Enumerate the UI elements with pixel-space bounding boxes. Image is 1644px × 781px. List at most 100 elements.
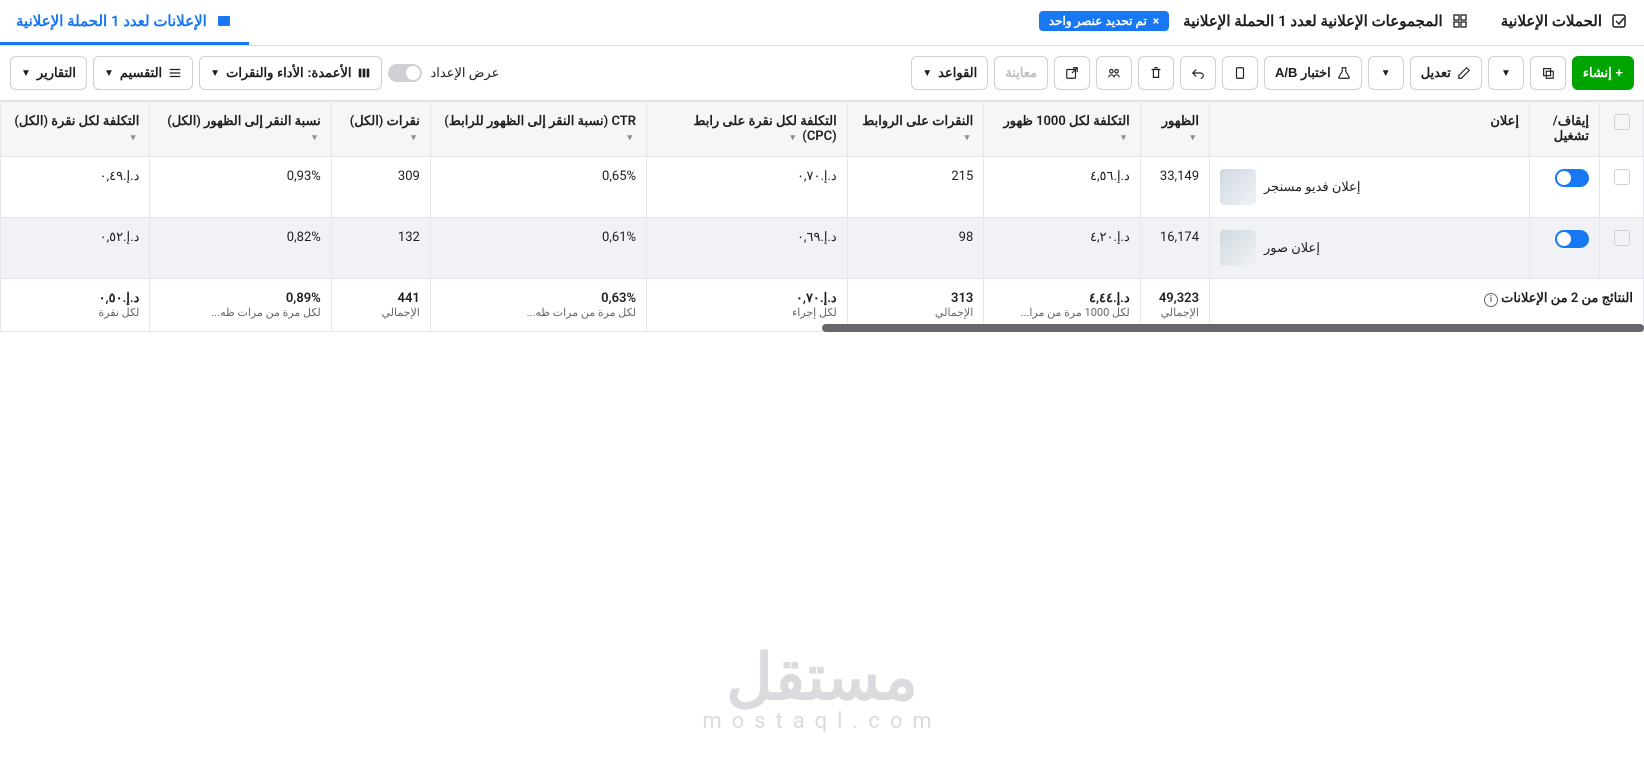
tab-campaigns-label: الحملات الإعلانية	[1501, 12, 1602, 30]
info-icon[interactable]: i	[1484, 293, 1498, 307]
row-cpc-link: د.إ.٠,٦٩	[647, 218, 848, 279]
pencil-icon	[1457, 66, 1471, 80]
summary-cpc-all: د.إ.٠,٥٠لكل نقرة	[1, 279, 150, 332]
columns-label: الأعمدة: الأداء والنقرات	[226, 65, 351, 81]
chevron-down-icon: ▼	[1381, 68, 1391, 79]
reports-button[interactable]: التقارير ▼	[10, 56, 87, 90]
row-link-clicks: 98	[847, 218, 984, 279]
row-checkbox[interactable]	[1600, 218, 1644, 279]
toolbar-actions: + إنشاء ▼ تعديل ▼ اختبار A/B معاينة	[911, 56, 1634, 90]
flask-icon	[1337, 66, 1351, 80]
header-impressions[interactable]: الظهور ▾	[1140, 102, 1209, 157]
summary-ctr-all: 0,89%لكل مرة من مرات ظه...	[150, 279, 331, 332]
horizontal-scrollbar[interactable]	[822, 324, 1644, 332]
sort-icon: ▾	[411, 133, 416, 143]
row-impressions: 16,174	[1140, 218, 1209, 279]
row-link-clicks: 215	[847, 157, 984, 218]
table-row[interactable]: إعلان صور 16,174 د.إ.٤,٢٠ 98 د.إ.٠,٦٩ 0,…	[1, 218, 1644, 279]
columns-icon	[357, 66, 371, 80]
chevron-down-icon: ▼	[21, 68, 31, 79]
tab-campaigns[interactable]: الحملات الإعلانية	[1485, 0, 1644, 45]
view-setup-toggle[interactable]	[388, 64, 422, 82]
watermark-ar: مستقل	[702, 640, 941, 715]
chevron-down-icon: ▼	[922, 68, 932, 79]
row-cpm: د.إ.٤,٢٠	[984, 218, 1140, 279]
header-ctr-link[interactable]: CTR (نسبة النقر إلى الظهور للرابط) ▾	[430, 102, 646, 157]
edit-dropdown[interactable]: ▼	[1368, 56, 1404, 90]
header-link-clicks[interactable]: النقرات على الروابط ▾	[847, 102, 984, 157]
chevron-down-icon: ▼	[210, 68, 220, 79]
columns-button[interactable]: الأعمدة: الأداء والنقرات ▼	[199, 56, 382, 90]
table-header-row: إيقاف/ تشغيل إعلان الظهور ▾ التكلفة لكل …	[1, 102, 1644, 157]
tab-adsets[interactable]: المجموعات الإعلانية لعدد 1 الحملة الإعلا…	[249, 0, 1485, 45]
duplicate-button[interactable]	[1530, 56, 1566, 90]
row-checkbox[interactable]	[1600, 157, 1644, 218]
adsets-icon	[1451, 12, 1469, 30]
people-icon	[1107, 66, 1121, 80]
duplicate-dropdown[interactable]: ▼	[1488, 56, 1524, 90]
rules-button[interactable]: القواعد ▼	[911, 56, 988, 90]
delete-button[interactable]	[1138, 56, 1174, 90]
sort-icon: ▾	[131, 133, 136, 143]
selection-chip[interactable]: × تم تحديد عنصر واحد	[1039, 11, 1169, 31]
tab-ads-label: الإعلانات لعدد 1 الحملة الإعلانية	[16, 12, 207, 30]
data-table-wrap: إيقاف/ تشغيل إعلان الظهور ▾ التكلفة لكل …	[0, 101, 1644, 332]
level-tabs: الحملات الإعلانية المجموعات الإعلانية لع…	[0, 0, 1644, 46]
toolbar-view: عرض الإعداد الأعمدة: الأداء والنقرات ▼ ا…	[10, 56, 499, 90]
row-cpc-all: د.إ.٠,٥٢	[1, 218, 150, 279]
header-ctr-all[interactable]: نسبة النقر إلى الظهور (الكل) ▾	[150, 102, 331, 157]
revert-button[interactable]	[1180, 56, 1216, 90]
chip-label: تم تحديد عنصر واحد	[1049, 14, 1147, 28]
summary-ctr-link: 0,63%لكل مرة من مرات ظه...	[430, 279, 646, 332]
toolbar: + إنشاء ▼ تعديل ▼ اختبار A/B معاينة	[0, 46, 1644, 101]
row-cpc-all: د.إ.٠,٤٩	[1, 157, 150, 218]
ab-test-button[interactable]: اختبار A/B	[1264, 56, 1362, 90]
ad-thumbnail	[1220, 230, 1256, 266]
arrow-out-icon	[1065, 66, 1079, 80]
ad-thumbnail	[1220, 169, 1256, 205]
view-setup-label: عرض الإعداد	[430, 66, 499, 81]
chevron-down-icon: ▼	[1501, 68, 1511, 79]
header-cpc-link[interactable]: التكلفة لكل نقرة على رابط (CPC) ▾	[647, 102, 848, 157]
sort-icon: ▾	[628, 133, 633, 143]
discard-button[interactable]	[1222, 56, 1258, 90]
header-checkbox[interactable]	[1600, 102, 1644, 157]
create-button[interactable]: + إنشاء	[1572, 56, 1634, 90]
row-ad-name[interactable]: إعلان صور	[1210, 218, 1530, 279]
row-clicks-all: 132	[331, 218, 430, 279]
reports-label: التقارير	[37, 65, 76, 81]
trash-icon	[1149, 66, 1163, 80]
sort-icon: ▾	[1190, 133, 1195, 143]
header-clicks-all[interactable]: نقرات (الكل) ▾	[331, 102, 430, 157]
edit-button[interactable]: تعديل	[1410, 56, 1482, 90]
breakdown-button[interactable]: التقسيم ▼	[93, 56, 193, 90]
sort-icon: ▾	[965, 133, 970, 143]
duplicate-icon	[1541, 66, 1555, 80]
header-cpc-all[interactable]: التكلفة لكل نقرة (الكل) ▾	[1, 102, 150, 157]
row-toggle[interactable]	[1530, 218, 1600, 279]
table-row[interactable]: إعلان فديو مسنجر 33,149 د.إ.٤,٥٦ 215 د.إ…	[1, 157, 1644, 218]
clipboard-icon	[1233, 66, 1247, 80]
watermark-en: mostaql.com	[702, 709, 941, 734]
ads-table: إيقاف/ تشغيل إعلان الظهور ▾ التكلفة لكل …	[0, 101, 1644, 332]
row-ad-name[interactable]: إعلان فديو مسنجر	[1210, 157, 1530, 218]
tab-ads[interactable]: الإعلانات لعدد 1 الحملة الإعلانية	[0, 0, 249, 45]
row-cpm: د.إ.٤,٥٦	[984, 157, 1140, 218]
rules-label: القواعد	[938, 65, 977, 81]
breakdown-icon	[168, 66, 182, 80]
edit-label: تعديل	[1421, 65, 1451, 81]
export-button[interactable]	[1096, 56, 1132, 90]
header-cpm[interactable]: التكلفة لكل 1000 ظهور ▾	[984, 102, 1140, 157]
ab-test-label: اختبار A/B	[1275, 65, 1331, 81]
header-toggle[interactable]: إيقاف/ تشغيل	[1530, 102, 1600, 157]
sort-icon: ▾	[1121, 133, 1126, 143]
ads-icon	[215, 12, 233, 30]
row-ctr-link: 0,61%	[430, 218, 646, 279]
row-ctr-all: 0,82%	[150, 218, 331, 279]
row-toggle[interactable]	[1530, 157, 1600, 218]
header-ad[interactable]: إعلان	[1210, 102, 1530, 157]
row-clicks-all: 309	[331, 157, 430, 218]
tag-button[interactable]	[1054, 56, 1090, 90]
chip-close-icon[interactable]: ×	[1153, 14, 1159, 28]
campaigns-icon	[1610, 12, 1628, 30]
